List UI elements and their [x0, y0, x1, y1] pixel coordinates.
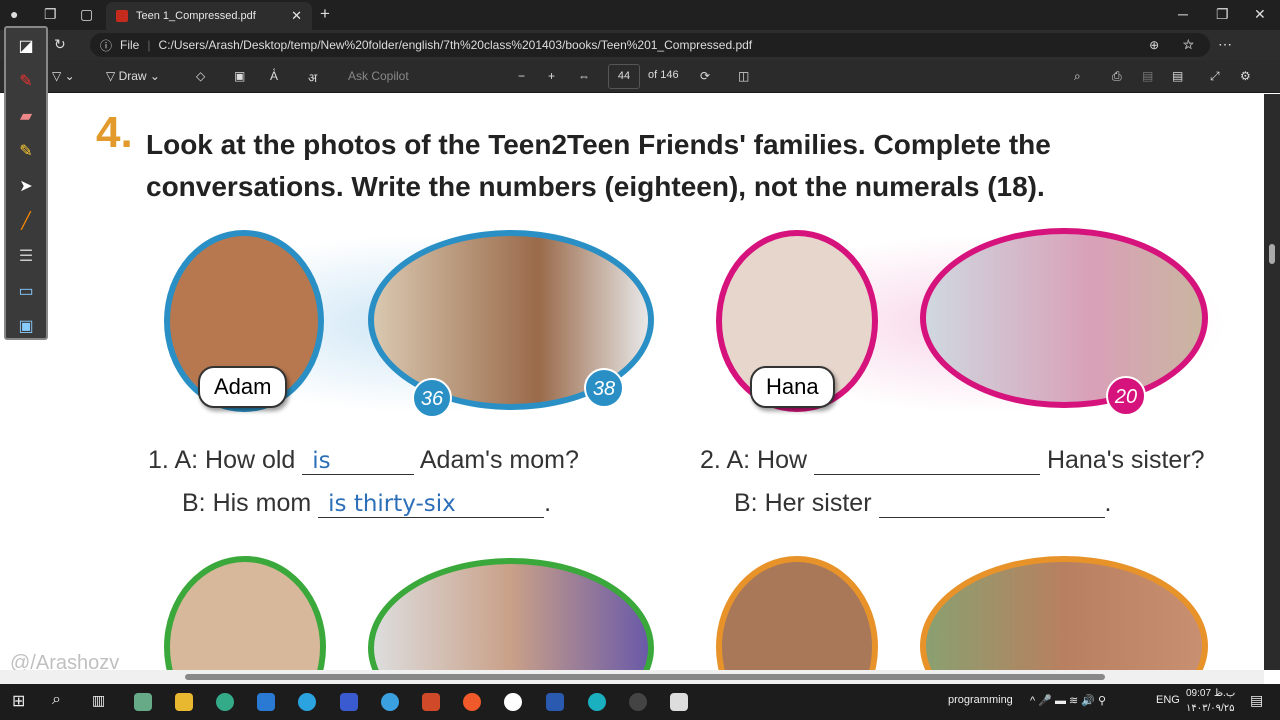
- new-tab-icon[interactable]: +: [320, 4, 330, 24]
- fullscreen-icon[interactable]: ⤢: [1210, 69, 1220, 84]
- pointer-icon[interactable]: ➤: [6, 168, 46, 203]
- close-tab-icon[interactable]: ✕: [291, 8, 302, 24]
- app-icon-3[interactable]: [463, 693, 481, 711]
- brothers-photo-orange: [920, 556, 1208, 670]
- workspace-label[interactable]: programming: [948, 694, 1013, 706]
- zoom-in-icon[interactable]: +: [548, 69, 555, 83]
- text-box-icon[interactable]: ▣: [234, 69, 245, 83]
- blank-2a: [813, 449, 1040, 475]
- chart-app-icon[interactable]: [340, 693, 358, 711]
- collections-icon[interactable]: ❐: [44, 6, 57, 23]
- translate-icon[interactable]: अ: [308, 69, 317, 86]
- zoom-icon[interactable]: ⊕: [1149, 38, 1159, 52]
- pdf-page: 4. Look at the photos of the Teen2Teen F…: [48, 94, 1264, 670]
- tab-title: Teen 1_Compressed.pdf: [136, 10, 256, 22]
- age-badge-dad: 38: [584, 368, 624, 408]
- draw-button[interactable]: ▽ Draw ⌄: [106, 69, 160, 83]
- hana-sister-photo: [920, 228, 1208, 408]
- conversation-1: 1. A: How old is Adam's mom? B: His mom …: [148, 446, 579, 518]
- eraser-icon[interactable]: ◇: [196, 69, 205, 83]
- vertical-scrollbar[interactable]: [1264, 94, 1280, 670]
- maximize-icon[interactable]: ❐: [1216, 6, 1229, 23]
- edge-icon[interactable]: [588, 693, 606, 711]
- handwritten-answer-1b: is thirty-six: [328, 491, 456, 517]
- tray-icons[interactable]: ^ 🎤 ▬ ≋ 🔊 ⚲: [1030, 694, 1106, 707]
- highlight-icon[interactable]: ▽ ⌄: [52, 69, 75, 83]
- horizontal-scrollbar[interactable]: [0, 670, 1264, 684]
- parents-photo-green: [368, 558, 654, 670]
- eraser-tool-icon[interactable]: ▰: [6, 98, 46, 133]
- page-view-icon[interactable]: ◫: [738, 69, 749, 83]
- chrome-icon[interactable]: [216, 693, 234, 711]
- save-icon[interactable]: ▤: [1142, 69, 1153, 83]
- tab-pdf[interactable]: Teen 1_Compressed.pdf ✕: [106, 2, 312, 30]
- rotate-icon[interactable]: ⟳: [700, 69, 710, 83]
- name-label-adam: Adam: [198, 366, 288, 408]
- save-as-icon[interactable]: ▤: [1172, 69, 1183, 83]
- notification-icon[interactable]: ▤: [1250, 692, 1263, 709]
- tab-actions-icon[interactable]: ▢: [80, 6, 93, 23]
- handwritten-answer-1a: is: [312, 448, 331, 474]
- address-prefix: File: [120, 38, 140, 52]
- task-view-icon[interactable]: ▥: [92, 692, 105, 709]
- address-bar[interactable]: ⓘ File | C:/Users/Arash/Desktop/temp/New…: [90, 33, 1210, 57]
- info-icon: ⓘ: [100, 38, 113, 53]
- app-icon-5[interactable]: [629, 693, 647, 711]
- pdf-icon: [116, 10, 128, 22]
- search-icon[interactable]: ⌕: [1074, 69, 1081, 84]
- screen-capture-icon[interactable]: ▭: [6, 273, 46, 308]
- language-indicator[interactable]: ENG: [1156, 694, 1180, 706]
- settings-gear-icon[interactable]: ⚙: [1240, 69, 1251, 83]
- close-window-icon[interactable]: ✕: [1254, 6, 1266, 23]
- file-explorer-icon[interactable]: [175, 693, 193, 711]
- name-label-hana: Hana: [750, 366, 835, 408]
- lines-icon[interactable]: ☰: [6, 238, 46, 273]
- highlighter-icon[interactable]: ✎: [6, 133, 46, 168]
- vscode-icon[interactable]: [257, 693, 275, 711]
- app-icon-4[interactable]: [504, 693, 522, 711]
- exercise-number: 4.: [96, 108, 133, 157]
- annotation-tool-palette: ◪ ✎ ▰ ✎ ➤ ╱ ☰ ▭ ▣: [4, 26, 48, 340]
- app-icon-6[interactable]: [670, 693, 688, 711]
- more-icon[interactable]: ⋯: [1218, 36, 1232, 53]
- age-badge-mom: 36: [412, 378, 452, 418]
- blank-2b: [878, 492, 1105, 518]
- boy-photo-green: [164, 556, 326, 670]
- pdf-toolbar: ▽ ⌄ ▽ Draw ⌄ ◇ ▣ A᷾ अ Ask Copilot − + ⇔ …: [0, 60, 1280, 93]
- minimize-icon[interactable]: ─: [1178, 6, 1188, 22]
- url-text: C:/Users/Arash/Desktop/temp/New%20folder…: [158, 38, 753, 52]
- app-icon-2[interactable]: [381, 693, 399, 711]
- search-taskbar-icon[interactable]: ⌕: [52, 691, 61, 709]
- page-number-input[interactable]: 44: [608, 64, 640, 89]
- profile-icon[interactable]: ●: [10, 6, 18, 22]
- screen-icon[interactable]: ▣: [6, 308, 46, 343]
- read-aloud-icon[interactable]: A᷾: [270, 69, 278, 83]
- pen-icon[interactable]: ✎: [6, 63, 46, 98]
- ask-copilot-button[interactable]: Ask Copilot: [348, 69, 409, 83]
- favorites-icon[interactable]: ☆: [1182, 36, 1195, 53]
- taskbar: ⊞ ⌕ ▥ programming ^ 🎤 ▬ ≋ 🔊 ⚲ ENG 09:07 …: [0, 684, 1280, 720]
- page-total: of 146: [648, 69, 679, 81]
- zoom-out-icon[interactable]: −: [518, 69, 525, 83]
- print-icon[interactable]: ⎙: [1112, 69, 1122, 84]
- address-bar-row: ↻ ⓘ File | C:/Users/Arash/Desktop/temp/N…: [0, 30, 1280, 60]
- refresh-icon[interactable]: ↻: [54, 36, 66, 53]
- brush-icon[interactable]: ╱: [6, 203, 46, 238]
- fit-width-icon[interactable]: ⇔: [578, 69, 590, 83]
- telegram-icon[interactable]: [298, 693, 316, 711]
- title-bar: ● ❐ ▢ Teen 1_Compressed.pdf ✕ + ─ ❐ ✕: [0, 0, 1280, 30]
- boy-photo-orange: [716, 556, 878, 670]
- clock-time[interactable]: 09:07 ب.ظ: [1186, 688, 1235, 699]
- age-badge-sister: 20: [1106, 376, 1146, 416]
- clock-date[interactable]: ۱۴۰۳/۰۹/۲۵: [1186, 703, 1235, 714]
- powerpoint-icon[interactable]: [422, 693, 440, 711]
- app-icon[interactable]: [134, 693, 152, 711]
- start-icon[interactable]: ⊞: [12, 691, 25, 711]
- conversation-2: 2. A: How Hana's sister? B: Her sister .: [700, 446, 1205, 518]
- whiteboard-icon[interactable]: ◪: [6, 28, 46, 63]
- exercise-instruction: Look at the photos of the Teen2Teen Frie…: [146, 129, 1051, 202]
- word-icon[interactable]: [546, 693, 564, 711]
